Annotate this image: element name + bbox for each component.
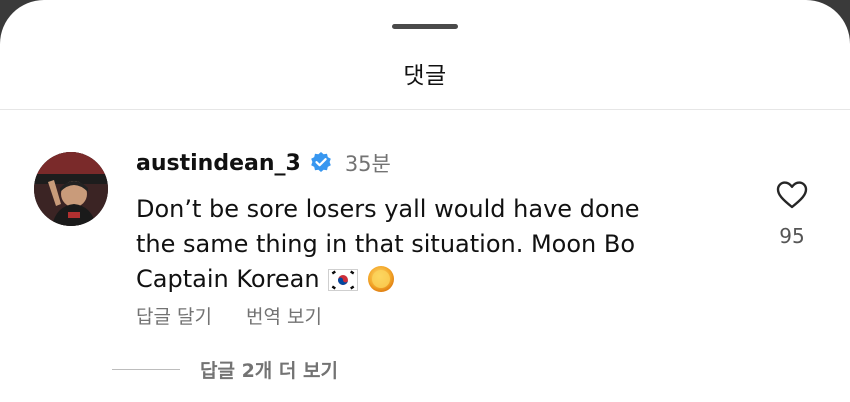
reply-button[interactable]: 답글 달기 xyxy=(136,302,212,329)
sheet-grabber-handle[interactable] xyxy=(392,24,458,29)
comment-text: Don’t be sore losers yall would have don… xyxy=(136,192,716,297)
avatar[interactable] xyxy=(34,152,108,226)
replies-divider-line xyxy=(112,369,180,370)
view-more-replies-button[interactable]: 답글 2개 더 보기 xyxy=(112,356,338,383)
sheet-title: 댓글 xyxy=(403,63,447,89)
verified-badge-icon xyxy=(309,151,333,175)
comment-text-line: Captain Korean xyxy=(136,262,716,297)
south-korea-flag-icon xyxy=(327,266,358,291)
sun-emoji-icon xyxy=(366,264,396,294)
translate-button[interactable]: 번역 보기 xyxy=(246,302,322,329)
comment-header: austindean_3 35분 xyxy=(136,146,391,180)
like-count: 95 xyxy=(779,224,805,248)
comment-text-segment: Captain Korean xyxy=(136,265,320,293)
comment-timestamp: 35분 xyxy=(344,152,391,176)
heart-icon[interactable] xyxy=(776,180,808,210)
header-divider xyxy=(0,109,850,110)
comment-text-line: Don’t be sore losers yall would have don… xyxy=(136,195,640,223)
comment-actions: 답글 달기 번역 보기 xyxy=(136,302,356,329)
comment-text-line: the same thing in that situation. Moon B… xyxy=(136,230,636,258)
comment-username[interactable]: austindean_3 xyxy=(136,151,301,176)
view-more-replies-label: 답글 2개 더 보기 xyxy=(200,360,338,382)
comments-sheet: 댓글 austindean_3 35분 Don’t be sore losers… xyxy=(0,0,850,402)
